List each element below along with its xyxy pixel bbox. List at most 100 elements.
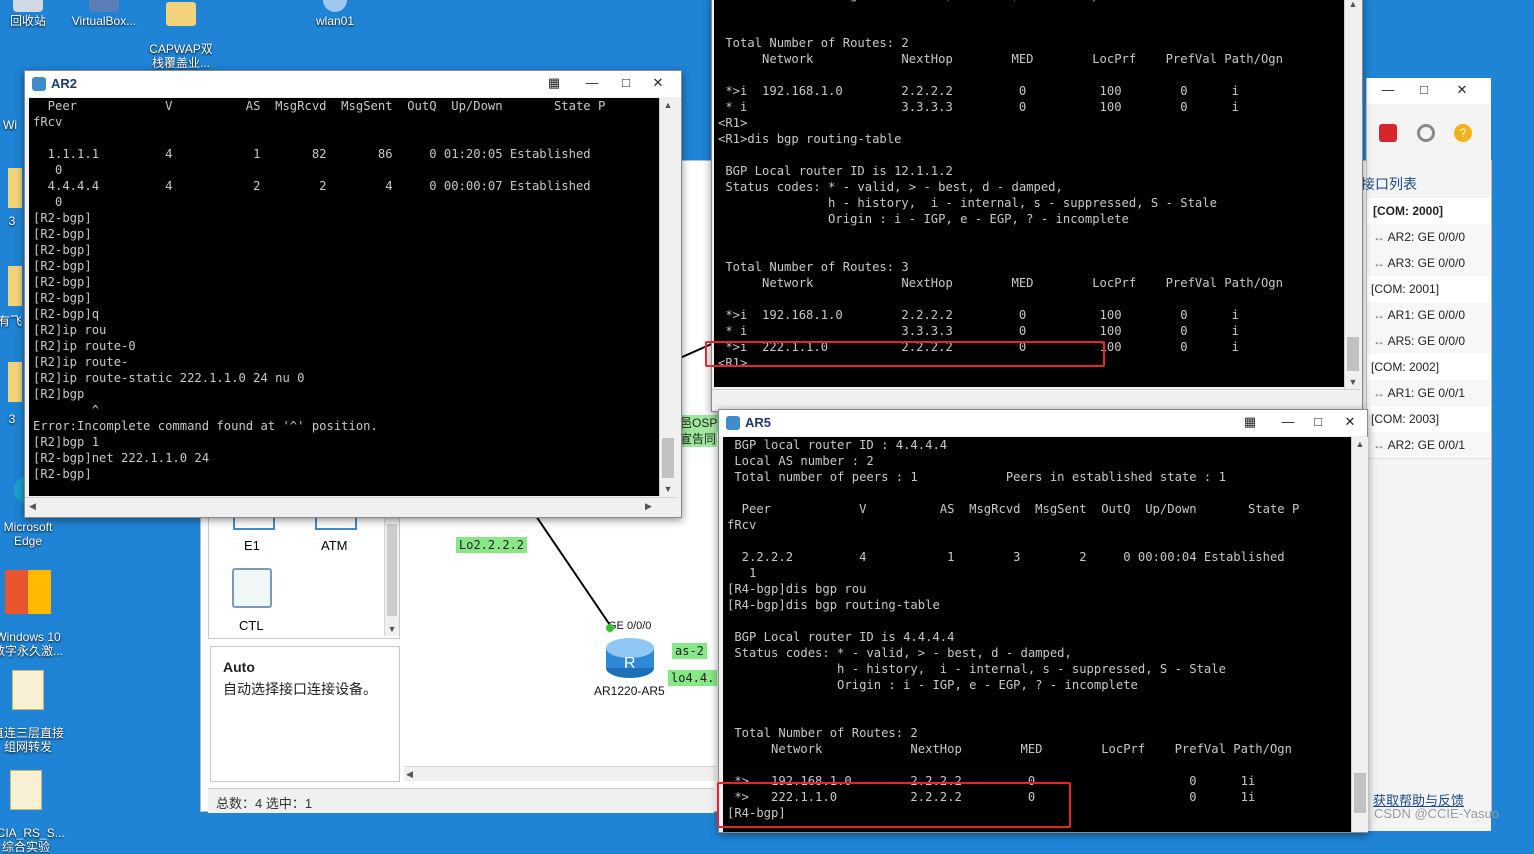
ar2-horizontal-scrollbar[interactable]: ◀ ▶ — [25, 497, 675, 514]
terminal-line: Total number of peers : 1 Peers in estab… — [727, 470, 1226, 484]
scrollbar-thumb[interactable] — [1354, 773, 1366, 813]
atm-device-icon[interactable] — [315, 516, 357, 530]
scrollbar-thumb[interactable] — [1347, 337, 1359, 371]
terminal-line: BGP Local router ID is 4.4.4.4 — [727, 630, 955, 644]
scroll-up-arrow-icon[interactable]: ▲ — [1345, 0, 1361, 11]
highlight-box-ar5-route — [717, 782, 1071, 828]
r1-terminal[interactable]: Origin : i - IGP, e - EGP, ? - incomplet… — [714, 0, 1348, 387]
r1-horizontal-scrollbar[interactable] — [712, 389, 1360, 410]
close-button[interactable]: ✕ — [645, 73, 671, 93]
ar2-console-window[interactable]: AR2 ▦ — □ ✕ Peer V AS MsgRcvd MsgSent Ou… — [24, 70, 682, 518]
highlight-box-r1-route — [705, 341, 1105, 367]
virtualbox-shortcut[interactable]: VirtualBox... — [66, 0, 142, 28]
link-arrow-icon: ↔ — [1373, 334, 1388, 348]
folder-icon — [166, 2, 196, 26]
scroll-up-arrow-icon[interactable]: ▲ — [660, 98, 676, 112]
restore-layout-button[interactable]: ▦ — [541, 73, 567, 93]
scrollbar-thumb[interactable] — [387, 524, 397, 616]
scroll-down-arrow-icon[interactable]: ▼ — [660, 482, 676, 496]
scroll-down-arrow-icon[interactable]: ▼ — [1345, 375, 1361, 389]
link-arrow-icon: ↔ — [1373, 308, 1388, 322]
minimize-button[interactable]: — — [1275, 412, 1301, 432]
scroll-left-arrow-icon[interactable]: ◀ — [406, 767, 413, 781]
ar2-titlebar[interactable]: AR2 ▦ — □ ✕ — [25, 71, 681, 97]
close-button[interactable]: ✕ — [1337, 412, 1363, 432]
restore-layout-button[interactable]: ▦ — [1237, 412, 1263, 432]
windows-activation-shortcut[interactable]: Windows 10 数字永久激... — [0, 556, 66, 658]
ar5-vertical-scrollbar[interactable]: ▲ — [1351, 437, 1368, 832]
interface-item[interactable]: ↔ AR5: GE 0/0/0 — [1367, 328, 1491, 355]
device-panel-scrollbar[interactable]: ▼ — [384, 516, 399, 636]
terminal-line: 1 — [727, 566, 757, 580]
ar2-terminal[interactable]: Peer V AS MsgRcvd MsgSent OutQ Up/Down S… — [29, 98, 663, 496]
terminal-line: Status codes: * - valid, > - best, d - d… — [727, 646, 1072, 660]
ar5-terminal[interactable]: BGP local router ID : 4.4.4.4 Local AS n… — [723, 437, 1351, 832]
wlan01-shortcut[interactable]: wlan01 — [297, 0, 373, 28]
ctl-device-icon[interactable] — [232, 568, 272, 608]
virtualbox-icon — [89, 0, 119, 12]
topology-file-shortcut[interactable]: 直连三层直接 组网转发 — [0, 656, 66, 754]
terminal-line: [R2-bgp] — [33, 227, 92, 241]
minimize-button[interactable]: — — [1375, 80, 1401, 100]
e1-device-icon[interactable] — [233, 516, 275, 530]
interface-item-label: AR2: GE 0/0/0 — [1387, 230, 1466, 244]
minimize-button[interactable]: — — [579, 73, 605, 93]
interface-item[interactable]: ↔ AR2: GE 0/0/0 — [1367, 224, 1491, 251]
interface-item[interactable]: ↔ AR1: GE 0/0/0 — [1367, 302, 1491, 329]
terminal-line: [R2-bgp]net 222.1.1.0 24 — [33, 451, 210, 465]
recycle-bin-icon[interactable]: 回收站 — [0, 0, 66, 28]
terminal-line: Network NextHop MED LocPrf PrefVal Path/… — [718, 52, 1283, 66]
terminal-line: 0 — [33, 163, 63, 177]
ensp-logo-icon — [32, 77, 46, 91]
capwap-shortcut[interactable]: CAPWAP双 栈覆盖业... — [143, 0, 219, 70]
maximize-button[interactable]: □ — [1411, 80, 1437, 100]
maximize-button[interactable]: □ — [1305, 412, 1331, 432]
interface-item-label: AR5: GE 0/0/0 — [1387, 334, 1466, 348]
scrollbar-thumb[interactable] — [662, 438, 674, 478]
interface-item[interactable]: ↔ AR1: GE 0/0/1 — [1367, 380, 1491, 407]
maximize-button[interactable]: □ — [613, 73, 639, 93]
router-name-label: AR1220-AR5 — [594, 684, 665, 698]
link-arrow-icon: ↔ — [1373, 230, 1388, 244]
terminal-line: [R2]ip route-static 222.1.1.0 24 nu 0 — [33, 371, 305, 385]
terminal-line: [R2]ip route- — [33, 355, 129, 369]
com-header: [COM: 2001] — [1367, 276, 1491, 303]
hcia-file-shortcut[interactable]: HCIA_RS_S... 综合实验 — [0, 756, 65, 854]
status-text: 总数：4 选中：1 — [216, 796, 313, 811]
terminal-line: Total Number of Routes: 2 — [727, 726, 918, 740]
scroll-up-arrow-icon[interactable]: ▲ — [1352, 437, 1368, 451]
scroll-down-arrow-icon[interactable]: ▼ — [385, 622, 399, 636]
terminal-line: [R2-bgp] — [33, 291, 92, 305]
terminal-line: * i 3.3.3.3 0 100 0 i — [718, 324, 1239, 338]
scroll-right-arrow-icon[interactable]: ▶ — [645, 498, 652, 514]
svg-text:R: R — [624, 655, 636, 672]
interface-item[interactable]: ↔ AR2: GE 0/0/1 — [1367, 432, 1491, 459]
r1-vertical-scrollbar[interactable]: ▲ ▼ — [1344, 0, 1361, 389]
huawei-logo-icon[interactable] — [1379, 124, 1397, 142]
folder-icon — [8, 266, 22, 306]
canvas-hscrollbar[interactable]: ◀ — [404, 766, 716, 781]
ar5-console-window[interactable]: AR5 ▦ — □ ✕ BGP local router ID : 4.4.4.… — [718, 409, 1368, 833]
router-icon[interactable]: R — [604, 634, 656, 680]
canvas-note-fragment: 邑OSP — [679, 415, 719, 431]
as-label: as-2 — [672, 643, 707, 659]
scroll-left-arrow-icon[interactable]: ◀ — [29, 498, 36, 514]
ar2-vertical-scrollbar[interactable]: ▲ ▼ — [659, 98, 676, 496]
terminal-line: [R2-bgp] — [33, 259, 92, 273]
terminal-line: [R2-bgp] — [33, 467, 92, 481]
gear-icon[interactable] — [1417, 124, 1435, 142]
interface-item[interactable]: ↔ AR3: GE 0/0/0 — [1367, 250, 1491, 277]
ar5-titlebar[interactable]: AR5 ▦ — □ ✕ — [719, 410, 1367, 436]
desktop-icon-label: 回收站 — [9, 14, 46, 28]
terminal-line: h - history, i - internal, s - suppresse… — [727, 662, 1226, 676]
window-title: AR2 — [51, 76, 78, 91]
close-button[interactable]: ✕ — [1449, 80, 1475, 100]
link-arrow-icon: ↔ — [1373, 386, 1388, 400]
right-window-titlebar: — □ ✕ — [1367, 78, 1491, 104]
terminal-line: Total Number of Routes: 2 — [718, 36, 909, 50]
help-icon[interactable]: ? — [1454, 124, 1472, 142]
